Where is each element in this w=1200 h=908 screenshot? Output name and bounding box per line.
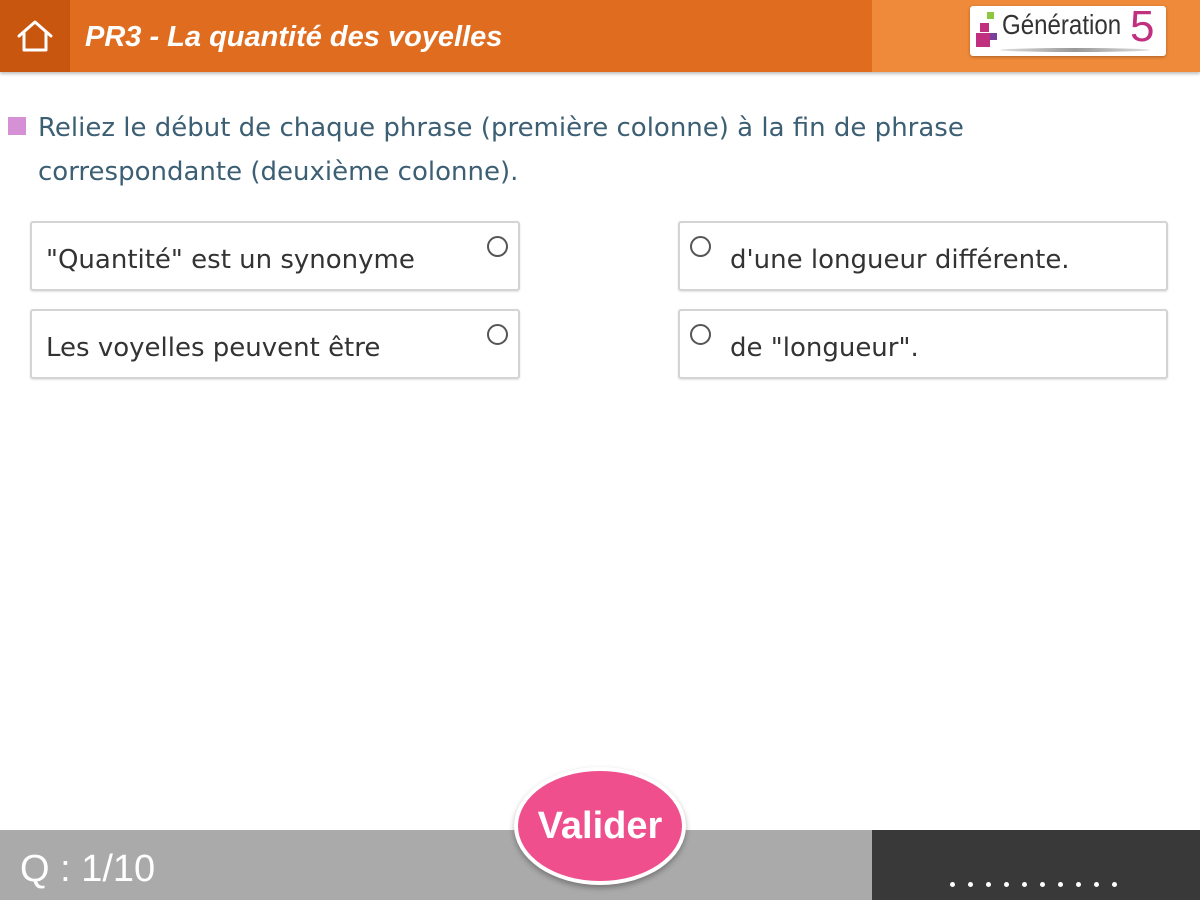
progress-dots xyxy=(950,882,1117,887)
logo: Génération 5 xyxy=(970,2,1166,56)
instruction-text: Reliez le début de chaque phrase (premiè… xyxy=(38,113,964,187)
link-radio[interactable] xyxy=(487,324,508,345)
progress-dot xyxy=(968,882,973,887)
progress-dot xyxy=(986,882,991,887)
progress-dot xyxy=(950,882,955,887)
home-icon xyxy=(17,20,53,52)
progress-dot xyxy=(1094,882,1099,887)
instruction-bullet xyxy=(8,117,26,135)
logo-number: 5 xyxy=(1130,2,1155,51)
page-title: PR3 - La quantité des voyelles xyxy=(85,21,503,53)
progress-dot xyxy=(1076,882,1081,887)
right-item-label: de "longueur". xyxy=(730,333,919,363)
progress-dot xyxy=(1058,882,1063,887)
right-item-label: d'une longueur différente. xyxy=(730,245,1070,275)
question-counter: Q : 1/10 xyxy=(20,848,156,890)
right-item-2[interactable]: de "longueur". xyxy=(678,309,1168,379)
progress-dot xyxy=(1022,882,1027,887)
left-item-1[interactable]: "Quantité" est un synonyme xyxy=(30,221,520,291)
validate-button[interactable]: Valider xyxy=(514,767,686,885)
left-item-label: Les voyelles peuvent être xyxy=(46,333,381,363)
home-button[interactable] xyxy=(0,0,70,72)
left-item-label: "Quantité" est un synonyme xyxy=(46,245,415,275)
footer-right-panel xyxy=(872,830,1200,900)
left-item-2[interactable]: Les voyelles peuvent être xyxy=(30,309,520,379)
progress-dot xyxy=(1004,882,1009,887)
link-radio[interactable] xyxy=(487,236,508,257)
progress-dot xyxy=(1040,882,1045,887)
right-item-1[interactable]: d'une longueur différente. xyxy=(678,221,1168,291)
progress-dot xyxy=(1112,882,1117,887)
logo-swoosh xyxy=(1000,48,1150,52)
logo-text: Génération xyxy=(1002,9,1122,40)
link-radio[interactable] xyxy=(690,324,711,345)
header-bar: PR3 - La quantité des voyelles Génératio… xyxy=(0,0,1200,72)
link-radio[interactable] xyxy=(690,236,711,257)
